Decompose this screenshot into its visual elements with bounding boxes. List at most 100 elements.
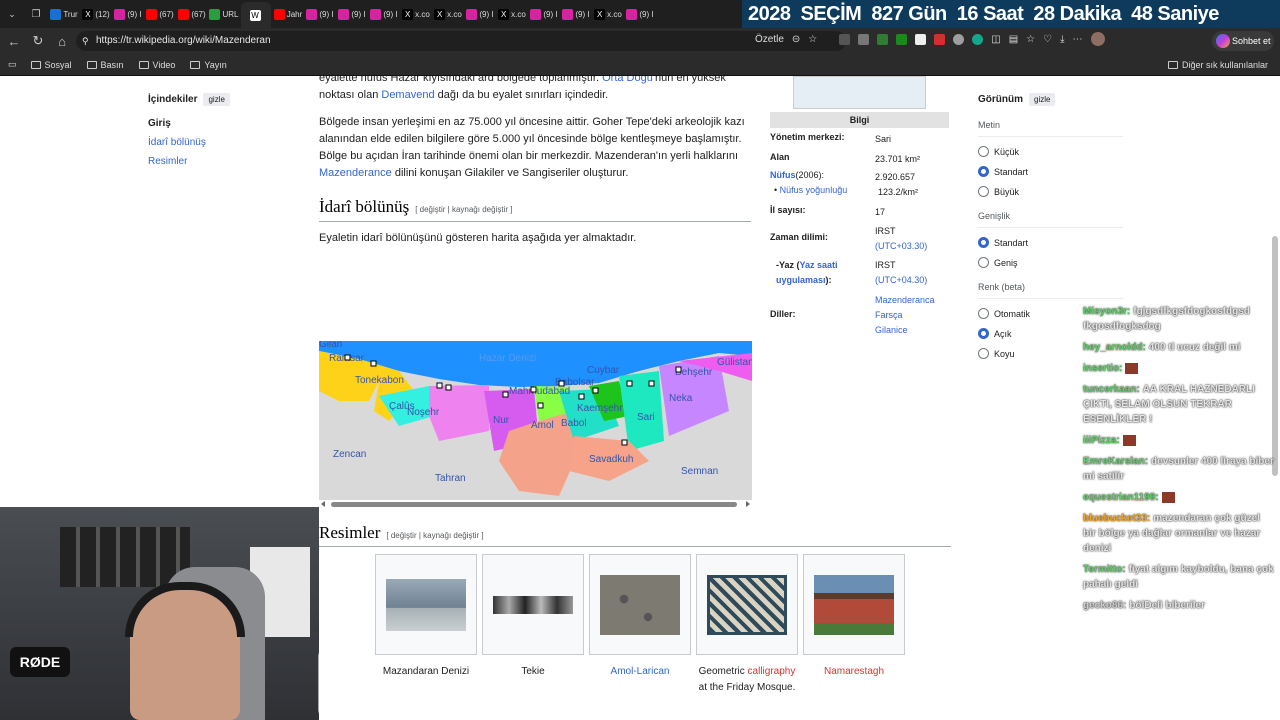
browser-tab[interactable]: X (12) xyxy=(81,3,111,25)
language-link[interactable]: Farsça xyxy=(875,310,903,320)
favorites-icon[interactable]: ☆ xyxy=(1026,34,1035,45)
extension-icon-7[interactable] xyxy=(953,33,965,45)
label-link[interactable]: Nüfus xyxy=(770,170,796,180)
reload-icon[interactable]: ↻ xyxy=(26,33,50,49)
language-link[interactable]: Gilanice xyxy=(875,325,908,335)
scroll-left-arrow[interactable] xyxy=(321,501,325,507)
toc-hide-button[interactable]: gizle xyxy=(203,93,230,106)
browser-tab[interactable]: Xx.co xyxy=(593,3,623,25)
browser-tab[interactable]: Xx.co xyxy=(401,3,431,25)
extension-icon-4[interactable] xyxy=(896,33,908,45)
summarize-button[interactable]: Özetle xyxy=(755,34,784,45)
downloads-icon[interactable]: ⤓ xyxy=(1060,34,1064,45)
browser-tab[interactable]: W xyxy=(241,2,271,28)
link-demavend[interactable]: Demavend xyxy=(381,89,434,101)
tab-label: URL xyxy=(222,9,239,19)
extension-icon-1[interactable] xyxy=(839,33,851,45)
tab-list-button[interactable]: ⌄ xyxy=(0,9,24,20)
browser-tab[interactable]: URL xyxy=(209,3,239,25)
edit-links[interactable]: [ değiştir | kaynağı değiştir ] xyxy=(386,531,483,540)
extension-icon-5[interactable] xyxy=(915,33,927,45)
row-value-link[interactable]: Sari xyxy=(875,132,891,147)
extension-icon-2[interactable] xyxy=(858,33,870,45)
map-scrollbar[interactable] xyxy=(319,500,752,510)
tab-label: x.co xyxy=(511,9,526,19)
radio-width-standard[interactable]: Standart xyxy=(978,237,1128,248)
folder-icon xyxy=(190,60,201,69)
youtube-icon xyxy=(178,8,190,20)
radio-text-large[interactable]: Büyük xyxy=(978,186,1128,197)
row-label-link[interactable]: Alan xyxy=(770,152,790,162)
other-favorites-folder[interactable]: Diğer sık kullanılanlar xyxy=(1167,60,1268,70)
value-link[interactable]: (UTC+03.30) xyxy=(875,241,927,251)
reader-icon[interactable]: ⊝ xyxy=(792,34,800,45)
scroll-right-arrow[interactable] xyxy=(746,501,750,507)
gallery-caption-redlink[interactable]: Namarestagh xyxy=(803,664,905,680)
chat-message: iiiPizza: xyxy=(1083,433,1275,448)
performance-icon[interactable]: ♡ xyxy=(1043,34,1052,45)
home-icon[interactable]: ⌂ xyxy=(50,34,74,49)
site-info-icon[interactable]: ⚲ xyxy=(82,31,89,51)
browser-tab[interactable]: (9) I xyxy=(305,3,335,25)
gallery-thumb[interactable] xyxy=(803,554,905,655)
webcam-overlay: RØDE xyxy=(0,507,319,720)
gallery-thumb[interactable] xyxy=(482,554,584,655)
browser-tab[interactable]: Jahr xyxy=(273,3,303,25)
browser-tab[interactable]: (9) I xyxy=(561,3,591,25)
bookmark-folder-basin[interactable]: Basın xyxy=(86,60,124,70)
label-link[interactable]: Nüfus yoğunluğu xyxy=(780,185,848,195)
radio-text-small[interactable]: Küçük xyxy=(978,146,1128,157)
toc-item-giris[interactable]: Giriş xyxy=(148,118,298,129)
youtube-icon xyxy=(273,8,285,20)
radio-text-standard[interactable]: Standart xyxy=(978,166,1128,177)
extension-icon-8[interactable] xyxy=(972,33,984,45)
gallery-thumb[interactable] xyxy=(375,554,477,655)
scroll-thumb[interactable] xyxy=(331,502,737,507)
extension-icon-3[interactable] xyxy=(877,33,889,45)
city-marker xyxy=(537,402,544,409)
gallery-thumb[interactable] xyxy=(589,554,691,655)
link-mazenderance[interactable]: Mazenderance xyxy=(319,167,392,179)
back-icon[interactable]: ← xyxy=(2,34,26,49)
bookmark-folder-video[interactable]: Video xyxy=(138,60,175,70)
link-orta-dogu[interactable]: Orta Doğu xyxy=(602,76,653,84)
paragraph-intro: eyalette nüfus Hazar kıyısındaki ard böl… xyxy=(319,76,751,104)
language-link[interactable]: Mazenderanca xyxy=(875,295,935,305)
toc-item-idari-bolunus[interactable]: İdarî bölünüş xyxy=(148,137,298,148)
edit-links[interactable]: [ değiştir | kaynağı değiştir ] xyxy=(415,205,512,214)
row-label-link[interactable]: Zaman dilimi: xyxy=(770,232,828,242)
browser-tab[interactable]: (9) I xyxy=(113,3,143,25)
bookmark-folder-sosyal[interactable]: Sosyal xyxy=(30,60,72,70)
browser-tab[interactable]: (9) I xyxy=(465,3,495,25)
copilot-chat-button[interactable]: Sohbet et xyxy=(1212,31,1274,51)
collections-icon[interactable]: ▤ xyxy=(1009,34,1018,45)
url-field[interactable]: ⚲ https://tr.wikipedia.org/wiki/Mazender… xyxy=(76,31,846,51)
browser-tab[interactable]: (9) I xyxy=(529,3,559,25)
gallery-thumb[interactable] xyxy=(696,554,798,655)
browser-tab[interactable]: (9) I xyxy=(337,3,367,25)
split-screen-icon[interactable]: ◫ xyxy=(991,34,1000,45)
toc-item-resimler[interactable]: Resimler xyxy=(148,156,298,167)
sidebar-toggle-icon[interactable]: ▭ xyxy=(8,59,17,70)
appearance-hide-button[interactable]: gizle xyxy=(1029,93,1056,106)
browser-tab[interactable]: (67) xyxy=(177,3,207,25)
link-calligraphy[interactable]: calligraphy xyxy=(748,666,796,677)
browser-tab[interactable]: Xx.co xyxy=(433,3,463,25)
browser-tab[interactable]: (9) I xyxy=(625,3,655,25)
profile-avatar[interactable] xyxy=(1090,32,1105,46)
value-link[interactable]: (UTC+04.30) xyxy=(875,275,927,285)
radio-width-wide[interactable]: Geniş xyxy=(978,257,1128,268)
favorite-star-icon[interactable]: ☆ xyxy=(808,34,817,45)
section-color: Renk (beta) xyxy=(978,282,1123,299)
more-menu-icon[interactable]: ⋯ xyxy=(1073,34,1083,45)
browser-tab[interactable]: (9) I xyxy=(369,3,399,25)
tab-label: (67) xyxy=(191,9,206,19)
extension-icon-6[interactable] xyxy=(934,33,946,45)
workspaces-icon[interactable]: ❐ xyxy=(24,9,48,20)
browser-tab[interactable]: (67) xyxy=(145,3,175,25)
browser-tab[interactable]: Xx.co xyxy=(497,3,527,25)
gallery-caption-link[interactable]: Amol-Larican xyxy=(589,664,691,680)
browser-tab[interactable]: Trur xyxy=(49,3,79,25)
bookmark-folder-yayin[interactable]: Yayın xyxy=(190,60,227,70)
city-marker xyxy=(530,386,537,393)
